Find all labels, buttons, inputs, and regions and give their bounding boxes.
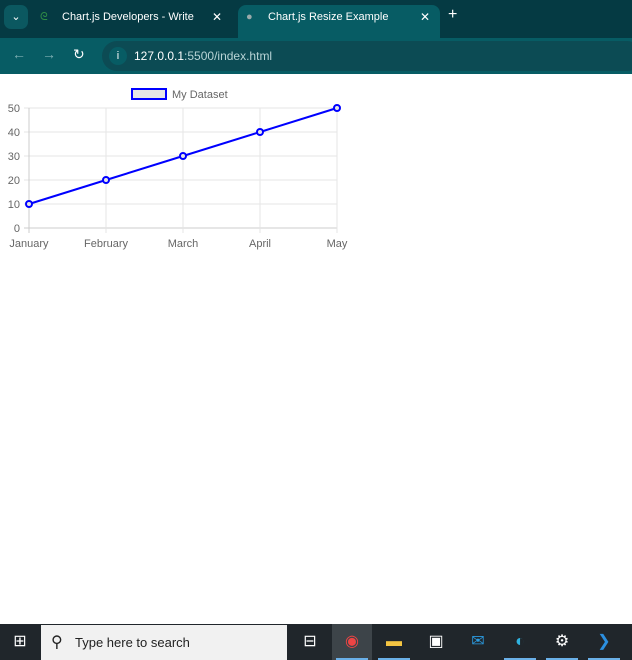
y-tick-label: 20 bbox=[8, 175, 20, 187]
x-tick-label: May bbox=[327, 238, 348, 250]
tab-title: Chart.js Resize Example bbox=[268, 11, 389, 23]
settings-icon[interactable]: ⚙ bbox=[542, 624, 582, 660]
tab-title: Chart.js Developers - Write bbox=[62, 11, 194, 23]
address-bar[interactable]: i 127.0.0.1:5500/index.html bbox=[102, 41, 632, 71]
microsoft-store-icon[interactable]: ▣ bbox=[416, 624, 456, 660]
y-tick-label: 40 bbox=[8, 127, 20, 139]
browser-toolbar: ← → ↻ i 127.0.0.1:5500/index.html bbox=[0, 38, 632, 74]
globe-icon: ● bbox=[246, 11, 253, 23]
taskbar-search-box[interactable]: ⚲ Type here to search bbox=[41, 625, 287, 660]
x-tick-label: April bbox=[249, 238, 271, 250]
tab-search-button[interactable]: ⌄ bbox=[4, 5, 28, 29]
y-tick-label: 0 bbox=[14, 223, 20, 235]
gfg-icon: ᘓ bbox=[40, 11, 48, 23]
y-tick-label: 10 bbox=[8, 199, 20, 211]
edge-icon[interactable]: ◐ bbox=[500, 624, 540, 660]
data-point[interactable] bbox=[256, 128, 264, 136]
data-point[interactable] bbox=[179, 152, 187, 160]
y-tick-label: 50 bbox=[8, 103, 20, 115]
new-tab-button[interactable]: + bbox=[448, 6, 457, 24]
vscode-icon[interactable]: ❯ bbox=[584, 624, 624, 660]
site-info-icon[interactable]: i bbox=[109, 47, 127, 65]
data-point[interactable] bbox=[102, 176, 110, 184]
tab-chartjs-resize-example[interactable]: ● Chart.js Resize Example ✕ bbox=[238, 5, 440, 38]
y-tick-label: 30 bbox=[8, 151, 20, 163]
data-point[interactable] bbox=[333, 104, 341, 112]
close-tab-icon[interactable]: ✕ bbox=[212, 5, 222, 29]
mail-icon[interactable]: ✉ bbox=[458, 624, 498, 660]
data-point[interactable] bbox=[25, 200, 33, 208]
search-icon: ⚲ bbox=[51, 634, 63, 651]
reload-icon[interactable]: ↻ bbox=[73, 46, 85, 63]
x-tick-label: February bbox=[84, 238, 129, 250]
legend-label[interactable]: My Dataset bbox=[172, 89, 228, 101]
legend-swatch[interactable] bbox=[131, 88, 167, 100]
forward-icon[interactable]: → bbox=[42, 46, 56, 62]
back-icon[interactable]: ← bbox=[12, 46, 26, 62]
search-placeholder: Type here to search bbox=[75, 635, 190, 650]
file-explorer-icon[interactable]: ▬ bbox=[374, 624, 414, 660]
tab-strip: ⌄ ᘓ Chart.js Developers - Write ✕ ● Char… bbox=[0, 0, 632, 38]
close-tab-icon[interactable]: ✕ bbox=[420, 5, 430, 29]
taskbar: ⊞ ⚲ Type here to search ⊟ ◉ ▬ ▣ ✉ ◐ ⚙ ❯ bbox=[0, 624, 632, 660]
url-text[interactable]: 127.0.0.1:5500/index.html bbox=[134, 49, 272, 63]
line-chart: 0 10 20 30 40 50 January February March April May M… bbox=[8, 88, 348, 250]
x-tick-label: March bbox=[168, 238, 199, 250]
x-tick-label: January bbox=[9, 238, 49, 250]
windows-start-icon[interactable]: ⊞ bbox=[0, 624, 40, 660]
tab-chartjs-developers[interactable]: ᘓ Chart.js Developers - Write ✕ bbox=[32, 5, 232, 38]
chrome-icon[interactable]: ◉ bbox=[332, 624, 372, 660]
task-view-icon[interactable]: ⊟ bbox=[290, 624, 330, 660]
